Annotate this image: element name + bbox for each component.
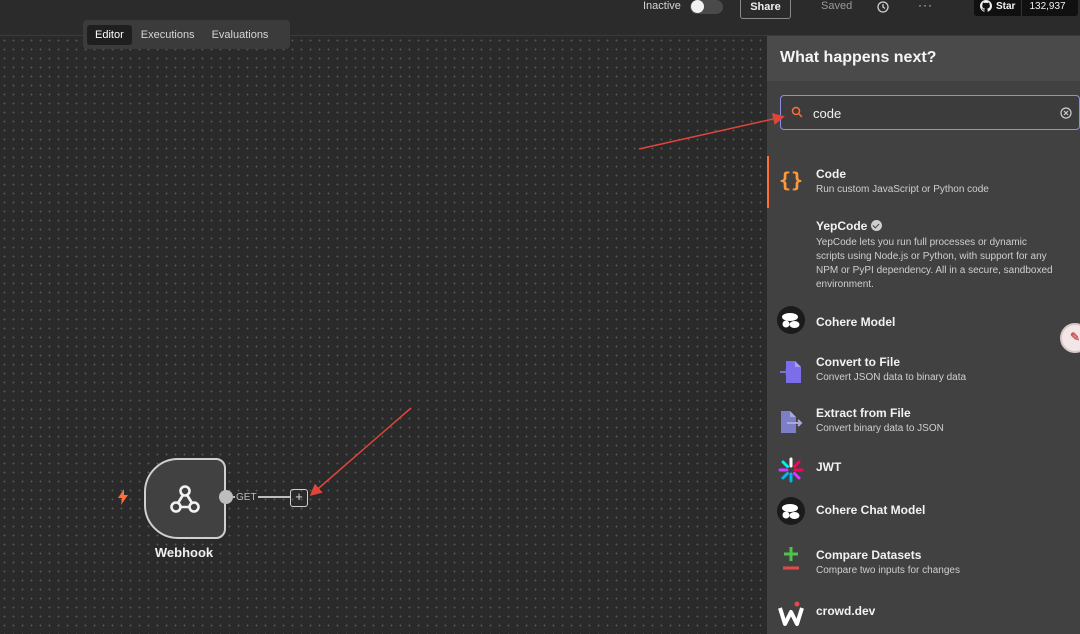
item-title-text: YepCode	[816, 219, 868, 233]
selection-indicator	[767, 156, 769, 208]
verified-badge-icon	[871, 220, 883, 231]
item-title: Cohere Chat Model	[816, 503, 926, 517]
webhook-icon	[170, 485, 200, 513]
svg-text:{}: {}	[779, 168, 803, 192]
item-title: JWT	[816, 460, 842, 474]
cohere-icon	[777, 497, 805, 525]
search-box[interactable]	[780, 95, 1080, 130]
assistant-icon: ✎	[1070, 330, 1080, 344]
item-title: crowd.dev	[816, 604, 876, 618]
github-star-badge[interactable]: Star 132,937	[974, 0, 1078, 16]
more-options-icon[interactable]: ···	[918, 0, 933, 12]
cohere-icon	[777, 306, 805, 334]
list-item-extract-from-file[interactable]: Extract from File Convert binary data to…	[767, 398, 1080, 450]
search-icon	[791, 106, 803, 118]
webhook-node[interactable]	[144, 458, 226, 539]
active-toggle[interactable]	[690, 0, 723, 14]
extract-from-file-icon	[781, 411, 803, 433]
github-star-label: Star	[996, 0, 1016, 12]
item-title: Code	[816, 167, 846, 181]
panel-title: What happens next?	[767, 36, 1080, 81]
github-star-button[interactable]: Star	[974, 0, 1023, 16]
list-item-jwt[interactable]: JWT	[767, 450, 1080, 490]
list-item-convert-to-file[interactable]: Convert to File Convert JSON data to bin…	[767, 346, 1080, 398]
toggle-knob	[691, 0, 704, 13]
list-item-cohere-chat-model[interactable]: Cohere Chat Model	[767, 490, 1080, 534]
github-icon	[980, 0, 992, 12]
workflow-status-label: Inactive	[643, 0, 681, 12]
add-node-button[interactable]: +	[290, 489, 308, 507]
tab-editor[interactable]: Editor	[87, 24, 132, 45]
list-item-compare-datasets[interactable]: Compare Datasets Compare two inputs for …	[767, 534, 1080, 586]
node-creator-panel: What happens next? {} Code Run custom Ja…	[767, 36, 1080, 634]
github-star-count: 132,937	[1029, 0, 1066, 12]
list-item-cohere-model[interactable]: Cohere Model	[767, 296, 1080, 346]
saved-indicator: Saved	[821, 0, 853, 12]
trigger-bolt-icon	[118, 489, 128, 505]
tab-executions[interactable]: Executions	[133, 25, 203, 45]
history-icon[interactable]	[876, 0, 890, 14]
item-title: Compare Datasets	[816, 548, 922, 562]
share-button[interactable]: Share	[740, 0, 791, 19]
tab-evaluations[interactable]: Evaluations	[204, 25, 277, 45]
code-braces-icon: {}	[779, 168, 803, 192]
item-description: Convert binary data to JSON	[816, 423, 944, 434]
convert-to-file-icon	[780, 361, 801, 383]
item-title: Extract from File	[816, 406, 911, 420]
webhook-node-label: Webhook	[154, 545, 214, 560]
item-title: Cohere Model	[816, 315, 896, 329]
item-description: Convert JSON data to binary data	[816, 372, 967, 383]
item-title: YepCode	[816, 219, 883, 233]
clear-search-icon[interactable]	[1060, 107, 1072, 119]
jwt-icon	[778, 457, 804, 483]
list-item-code[interactable]: {} Code Run custom JavaScript or Python …	[767, 156, 1080, 208]
item-description: Compare two inputs for changes	[816, 565, 960, 576]
method-label: GET	[235, 492, 258, 503]
item-description: Run custom JavaScript or Python code	[816, 184, 989, 195]
search-input[interactable]	[813, 103, 1053, 123]
view-tabs: Editor Executions Evaluations	[83, 20, 290, 49]
compare-datasets-icon	[783, 547, 799, 570]
output-handle[interactable]	[219, 490, 233, 504]
item-title: Convert to File	[816, 355, 901, 369]
crowd-dev-icon	[778, 601, 804, 626]
workflow-canvas[interactable]	[0, 36, 767, 634]
list-item-yepcode[interactable]: YepCode YepCode lets you run full proces…	[767, 208, 1080, 296]
item-description: YepCode lets you run full processes or d…	[816, 237, 1053, 290]
list-item-crowd-dev[interactable]: crowd.dev	[767, 586, 1080, 634]
